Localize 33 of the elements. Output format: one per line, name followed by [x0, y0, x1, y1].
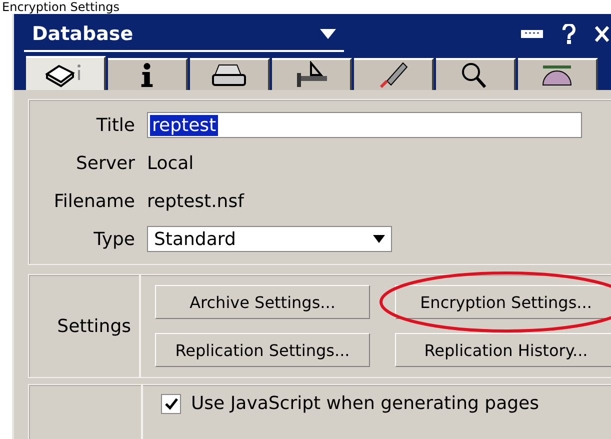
title-input[interactable]: reptest [147, 112, 582, 138]
settings-label: Settings [57, 316, 131, 336]
caption-text: Encryption Settings [2, 0, 120, 14]
tab[interactable] [354, 58, 434, 90]
settings-button[interactable]: Replication History... [395, 333, 611, 367]
dotted-bar-icon [520, 29, 544, 39]
field-label: Type [92, 228, 136, 252]
tab[interactable] [518, 58, 598, 90]
settings-button[interactable]: Replication Settings... [155, 333, 370, 367]
tab[interactable] [108, 58, 188, 90]
caret-icon [320, 29, 336, 39]
tab[interactable] [436, 58, 516, 90]
check-icon [164, 396, 178, 410]
tab[interactable] [26, 56, 106, 90]
panel-dropdown[interactable]: Database [24, 18, 344, 52]
field-value: reptest.nsf [147, 190, 244, 212]
help-button[interactable] [562, 24, 576, 44]
tab[interactable] [272, 58, 352, 90]
close-button[interactable] [594, 25, 610, 43]
caret-icon [373, 235, 385, 243]
question-mark-icon [562, 24, 576, 44]
field-value: Local [147, 152, 194, 174]
field-label: Filename [52, 190, 136, 214]
type-select[interactable]: Standard [147, 226, 392, 252]
settings-button[interactable]: Archive Settings... [155, 285, 370, 319]
collapse-button[interactable] [520, 29, 544, 39]
info-icon [141, 63, 153, 87]
tab[interactable] [190, 58, 270, 90]
checkbox[interactable] [161, 394, 181, 414]
field-label: Title [95, 114, 136, 138]
option-label: Use JavaScript when generating pages [191, 393, 539, 414]
field-label: Server [74, 152, 136, 176]
close-icon [594, 25, 610, 43]
